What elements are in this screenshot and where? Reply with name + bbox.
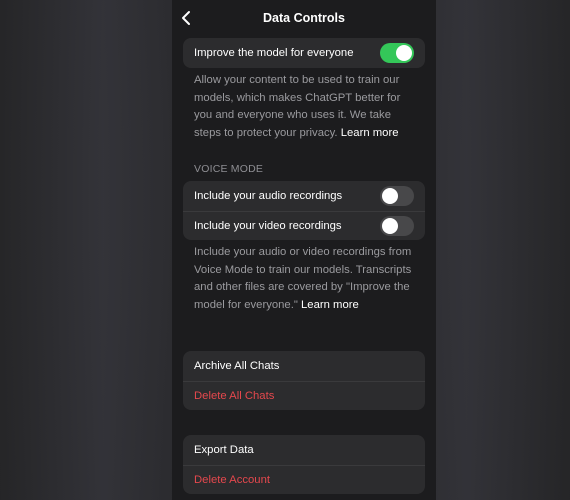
blurred-background-left	[0, 0, 172, 500]
archive-all-chats-label: Archive All Chats	[194, 359, 280, 372]
improve-learn-more-link[interactable]: Learn more	[341, 127, 399, 139]
audio-recordings-label: Include your audio recordings	[194, 189, 343, 202]
export-data-row[interactable]: Export Data	[183, 435, 425, 465]
toggle-knob	[382, 217, 398, 234]
audio-recordings-row[interactable]: Include your audio recordings	[183, 181, 425, 211]
toggle-knob	[396, 44, 412, 61]
voice-mode-group: Include your audio recordings Include yo…	[183, 181, 425, 240]
phone-screen: Data Controls Improve the model for ever…	[172, 0, 436, 500]
page-title: Data Controls	[263, 11, 345, 25]
video-recordings-label: Include your video recordings	[194, 219, 342, 232]
delete-account-label: Delete Account	[194, 473, 270, 486]
video-recordings-row[interactable]: Include your video recordings	[183, 210, 425, 241]
audio-recordings-toggle[interactable]	[380, 185, 414, 206]
archive-all-chats-row[interactable]: Archive All Chats	[183, 351, 425, 381]
improve-model-label: Improve the model for everyone	[194, 46, 354, 59]
improve-model-group: Improve the model for everyone	[183, 38, 425, 68]
video-recordings-toggle[interactable]	[380, 215, 414, 236]
toggle-knob	[382, 187, 398, 204]
improve-model-description: Allow your content to be used to train o…	[194, 72, 420, 142]
voice-mode-description: Include your audio or video recordings f…	[194, 244, 420, 314]
chats-group: Archive All Chats Delete All Chats	[183, 351, 425, 410]
improve-model-row[interactable]: Improve the model for everyone	[183, 38, 425, 68]
account-group: Export Data Delete Account	[183, 435, 425, 494]
export-data-label: Export Data	[194, 443, 254, 456]
voice-learn-more-link[interactable]: Learn more	[301, 299, 359, 311]
delete-account-row[interactable]: Delete Account	[183, 464, 425, 495]
delete-all-chats-row[interactable]: Delete All Chats	[183, 380, 425, 411]
delete-all-chats-label: Delete All Chats	[194, 389, 275, 402]
voice-mode-header: VOICE MODE	[194, 163, 264, 175]
improve-model-toggle[interactable]	[380, 42, 414, 63]
navigation-bar: Data Controls	[172, 0, 436, 38]
